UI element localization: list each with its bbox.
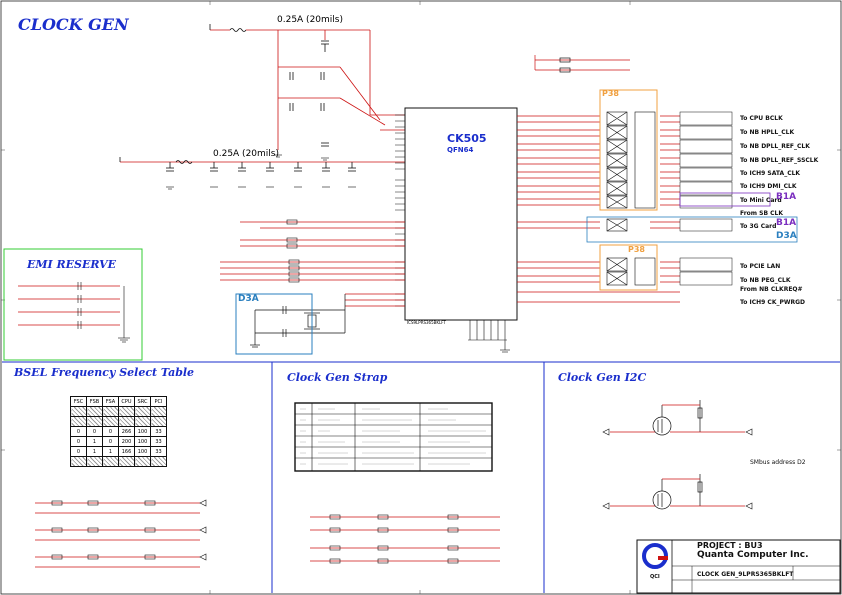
bsel-cell: 100 [134, 426, 151, 437]
document-title: CLOCK GEN_9LPRS365BKLFT [697, 571, 794, 578]
bypass-capacitors-top [289, 40, 329, 147]
bsel-cell: 100 [134, 446, 151, 457]
bsel-cell: 100 [134, 436, 151, 447]
bsel-cell: 200 [118, 436, 135, 447]
section-strap: Clock Gen Strap [287, 371, 388, 384]
output-ich9-sata: To ICH9 SATA_CLK [740, 170, 801, 177]
i2c-mosfets [652, 400, 703, 510]
company-name: Quanta Computer Inc. [697, 550, 809, 560]
p38-label-top: P38 [602, 89, 619, 98]
b1a-label-2: B1A [776, 218, 797, 228]
bsel-cell: 0 [70, 436, 87, 447]
bsel-reserved-row [70, 416, 167, 427]
p38-label-mid: P38 [628, 245, 645, 254]
schematic-canvas [0, 0, 842, 595]
bsel-header: FSB [86, 396, 103, 407]
output-nets [517, 115, 680, 303]
bsel-cell: 1 [86, 446, 103, 457]
input-sb-clk: From SB CLK [740, 210, 783, 217]
b1a-label-1: B1A [776, 192, 797, 202]
section-emi-reserve: EMI RESERVE [27, 258, 117, 271]
bsel-cell: 1 [102, 446, 119, 457]
bsel-cell: 0 [102, 426, 119, 437]
project-name: PROJECT : BU3 [697, 541, 763, 550]
output-ich9-pwrgd: To ICH9 CK_PWRGD [740, 299, 806, 306]
bsel-cell: 166 [118, 446, 135, 457]
bsel-row: 0 1 1 166 100 33 [70, 446, 167, 457]
chip-package: QFN64 [447, 146, 474, 154]
output-nb-peg: To NB PEG_CLK [740, 277, 791, 284]
bsel-row: 0 0 0 266 100 33 [70, 426, 167, 437]
current-note-top: 0.25A (20mils) [277, 15, 343, 25]
output-nb-dpll-ssclk: To NB DPLL_REF_SSCLK [740, 157, 819, 164]
bsel-header: SRC [134, 396, 151, 407]
output-cpu-bclk: To CPU BCLK [740, 115, 783, 122]
current-note-rail: 0.25A (20mils) [213, 149, 279, 159]
chip-name: CK505 [447, 132, 487, 145]
bsel-frequency-table: FSC FSB FSA CPU SRC PCI 0 0 0 266 100 33… [70, 396, 167, 467]
sheet-title: CLOCK GEN [18, 15, 129, 34]
bsel-cell: 1 [86, 436, 103, 447]
crystal-circuit [250, 294, 346, 348]
bsel-header: FSA [102, 396, 119, 407]
qci-logo [642, 543, 668, 569]
input-nb-clkreq: From NB CLKREQ# [740, 286, 803, 293]
strap-table [294, 402, 493, 472]
bsel-cell: 0 [70, 426, 87, 437]
section-i2c: Clock Gen I2C [558, 371, 647, 384]
logo-text: QCI [650, 574, 660, 580]
bsel-cell: 33 [150, 436, 167, 447]
output-ich9-dmi: To ICH9 DMI_CLK [740, 183, 797, 190]
bsel-cell: 33 [150, 446, 167, 457]
output-nb-dpll-ref: To NB DPLL_REF_CLK [740, 143, 810, 150]
output-pcie-lan: To PCIE LAN [740, 263, 781, 270]
bsel-row: 0 1 0 200 100 33 [70, 436, 167, 447]
p38-box-top [599, 89, 658, 211]
smbus-address: SMbus address D2 [750, 459, 806, 466]
bsel-header: PCI [150, 396, 167, 407]
power-filter-network [120, 28, 405, 163]
bsel-cell: 33 [150, 426, 167, 437]
bsel-cell: 0 [70, 446, 87, 457]
bsel-cell: 266 [118, 426, 135, 437]
resistor-packs [606, 111, 656, 286]
bypass-capacitors-rail [166, 162, 356, 172]
d3a-label-left: D3A [238, 294, 259, 304]
bsel-cell: 0 [86, 426, 103, 437]
chip-pin-stubs [395, 114, 405, 307]
section-bsel: BSEL Frequency Select Table [14, 366, 195, 379]
bsel-reserved-row [70, 456, 167, 467]
bsel-header: CPU [118, 396, 135, 407]
bsel-cell: 0 [102, 436, 119, 447]
chip-part-number: ICS9LPRS365BKLFT [407, 320, 446, 325]
d3a-label-right: D3A [776, 231, 797, 241]
bsel-header: FSC [70, 396, 87, 407]
output-3g-card: To 3G Card [740, 223, 777, 230]
bsel-reserved-row [70, 406, 167, 417]
bsel-header-row: FSC FSB FSA CPU SRC PCI [70, 396, 167, 407]
output-nb-hpll: To NB HPLL_CLK [740, 129, 795, 136]
